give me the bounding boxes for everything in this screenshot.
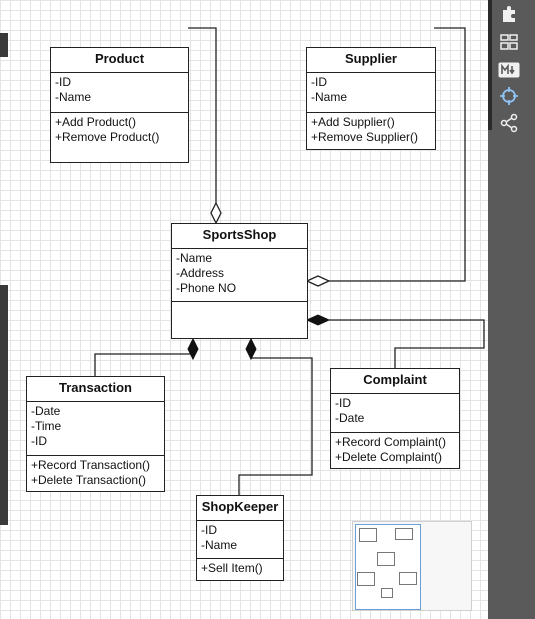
class-product-attr: -Name <box>55 90 92 104</box>
class-transaction-attr: -ID <box>31 434 47 448</box>
class-complaint-attr: -ID <box>335 396 351 410</box>
class-complaint-title: Complaint <box>331 369 459 394</box>
aggregation-diamond-supplier <box>305 275 331 287</box>
class-supplier-op: +Add Supplier() <box>311 115 395 129</box>
minimap-node <box>357 572 375 586</box>
diagram-canvas[interactable]: Product -ID -Name +Add Product() +Remove… <box>0 0 490 619</box>
class-transaction-op: +Delete Transaction() <box>31 473 147 487</box>
class-supplier-op: +Remove Supplier() <box>311 130 419 144</box>
class-shopkeeper-attr: -Name <box>201 538 238 552</box>
class-shopkeeper-title: ShopKeeper <box>197 496 283 521</box>
class-sportsshop-attr: -Name <box>176 251 213 265</box>
class-shopkeeper-attr: -ID <box>201 523 217 537</box>
class-supplier-attr: -ID <box>311 75 327 89</box>
class-transaction-title: Transaction <box>27 377 164 402</box>
class-complaint-op: +Delete Complaint() <box>335 450 443 464</box>
class-shopkeeper-op: +Sell Item() <box>201 561 263 575</box>
class-product-op: +Add Product() <box>55 115 137 129</box>
class-sportsshop-title: SportsShop <box>172 224 307 249</box>
class-complaint-attr: -Date <box>335 411 365 425</box>
puzzle-icon <box>503 6 515 22</box>
class-transaction-attr: -Time <box>31 419 62 433</box>
connector-complaint-sportsshop <box>329 319 485 369</box>
minimap-node <box>395 528 413 540</box>
class-sportsshop-ops <box>172 302 307 306</box>
right-toolbar <box>488 0 535 619</box>
format-panel-button[interactable] <box>494 2 524 26</box>
share-icon <box>500 113 518 133</box>
class-transaction-op: +Record Transaction() <box>31 458 151 472</box>
navigate-button[interactable] <box>494 84 524 108</box>
vertical-scrollbar[interactable] <box>488 0 492 130</box>
class-complaint-op: +Record Complaint() <box>335 435 447 449</box>
minimap-node <box>399 572 417 585</box>
aggregation-diamond-product <box>210 201 222 225</box>
markdown-button[interactable] <box>494 58 524 82</box>
class-product-title: Product <box>51 48 188 73</box>
class-sportsshop-attr: -Phone NO <box>176 281 237 295</box>
minimap[interactable] <box>352 521 472 611</box>
class-product-attr: -ID <box>55 75 71 89</box>
class-supplier-title: Supplier <box>307 48 435 73</box>
crosshair-icon <box>500 87 518 105</box>
share-button[interactable] <box>494 111 524 135</box>
composition-diamond-transaction <box>187 337 199 361</box>
composition-diamond-complaint <box>305 314 331 326</box>
class-product[interactable]: Product -ID -Name +Add Product() +Remove… <box>50 47 189 163</box>
minimap-node <box>377 552 395 566</box>
class-transaction-attr: -Date <box>31 404 61 418</box>
class-product-op: +Remove Product() <box>55 130 160 144</box>
connector-shopkeeper-sportsshop <box>238 357 313 495</box>
class-shopkeeper[interactable]: ShopKeeper -ID -Name +Sell Item() <box>196 495 284 581</box>
connector-transaction-sportsshop <box>94 353 194 376</box>
class-sportsshop[interactable]: SportsShop -Name -Address -Phone NO <box>171 223 308 339</box>
markdown-icon <box>498 62 520 78</box>
composition-diamond-shopkeeper <box>245 337 257 361</box>
layout-button[interactable] <box>494 30 524 54</box>
class-transaction[interactable]: Transaction -Date -Time -ID +Record Tran… <box>26 376 165 492</box>
connector-product-sportsshop <box>188 27 217 203</box>
minimap-node <box>359 528 377 542</box>
class-supplier-attr: -Name <box>311 90 348 104</box>
class-sportsshop-attr: -Address <box>176 266 225 280</box>
class-supplier[interactable]: Supplier -ID -Name +Add Supplier() +Remo… <box>306 47 436 150</box>
minimap-node <box>381 588 393 598</box>
layout-icon <box>500 34 518 50</box>
class-complaint[interactable]: Complaint -ID -Date +Record Complaint() … <box>330 368 460 469</box>
